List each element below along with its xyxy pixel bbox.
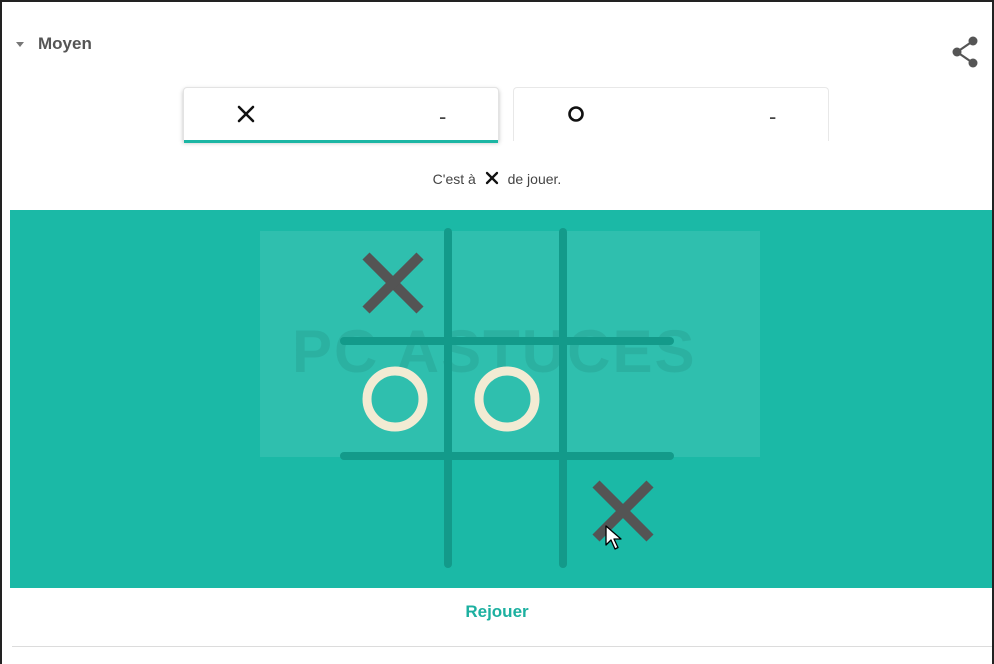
score-tab-o: - bbox=[513, 87, 829, 141]
o-symbol-icon bbox=[568, 106, 584, 122]
x-symbol-icon bbox=[237, 105, 255, 123]
difficulty-dropdown[interactable]: Moyen bbox=[16, 34, 92, 54]
board-cell-7[interactable] bbox=[338, 459, 448, 569]
board-cell-6[interactable] bbox=[568, 344, 678, 454]
x-mark-icon bbox=[592, 480, 654, 542]
o-mark-icon bbox=[474, 366, 540, 432]
game-frame: Moyen - - C'est à de jouer. PC ASTUCES R… bbox=[0, 0, 994, 664]
board-cell-8[interactable] bbox=[453, 459, 563, 569]
board-cell-5[interactable] bbox=[453, 344, 563, 454]
turn-text-before: C'est à bbox=[432, 171, 476, 187]
x-turn-icon bbox=[485, 171, 498, 185]
board-cell-9[interactable] bbox=[568, 459, 678, 569]
score-x-value: - bbox=[439, 104, 447, 129]
score-o-value: - bbox=[769, 104, 777, 129]
board-cell-2[interactable] bbox=[453, 228, 563, 338]
game-board: PC ASTUCES bbox=[10, 210, 992, 588]
x-mark-icon bbox=[362, 252, 424, 314]
mouse-cursor-icon bbox=[605, 525, 622, 550]
score-tab-x: - bbox=[183, 87, 499, 143]
turn-indicator: C'est à de jouer. bbox=[2, 170, 992, 187]
board-cell-1[interactable] bbox=[338, 228, 448, 338]
board-cell-4[interactable] bbox=[338, 344, 448, 454]
turn-text-after: de jouer. bbox=[507, 171, 562, 187]
o-mark-icon bbox=[362, 366, 428, 432]
divider bbox=[12, 646, 992, 647]
replay-button[interactable]: Rejouer bbox=[2, 602, 992, 622]
active-player-indicator bbox=[184, 140, 498, 143]
caret-down-icon bbox=[16, 41, 24, 47]
difficulty-label: Moyen bbox=[38, 34, 92, 53]
board-cell-3[interactable] bbox=[568, 228, 678, 338]
share-icon[interactable] bbox=[950, 34, 982, 70]
